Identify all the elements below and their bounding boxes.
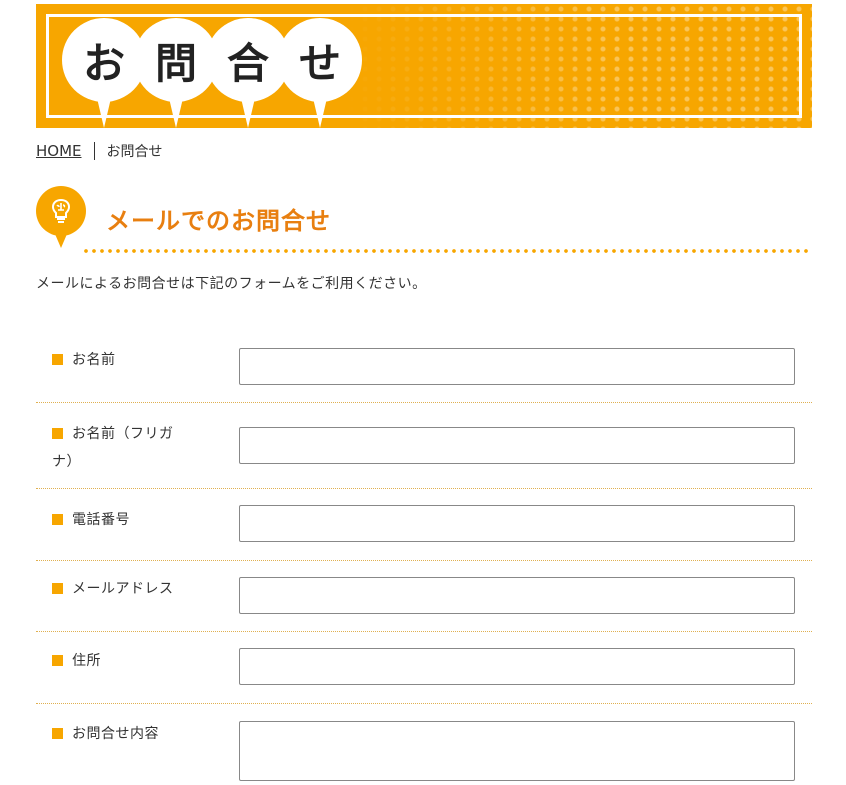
address-input[interactable] [239, 648, 795, 685]
breadcrumb-separator [93, 142, 95, 160]
page-banner: お 問 合 せ [36, 4, 812, 128]
breadcrumb-home-link[interactable]: HOME [36, 142, 82, 160]
form-row-phone: 電話番号 [36, 489, 812, 561]
field-label: お名前（フリガ ナ） [52, 426, 174, 470]
banner-char-4: せ [278, 18, 362, 102]
phone-input[interactable] [239, 505, 795, 542]
form-row-email: メールアドレス [36, 561, 812, 632]
form-row-name: お名前 [36, 336, 812, 403]
inquiry-textarea[interactable] [239, 721, 795, 781]
bullet-square [52, 514, 63, 525]
field-label: メールアドレス [36, 561, 176, 631]
form-row-furigana: お名前（フリガ ナ） [36, 403, 812, 489]
name-input[interactable] [239, 348, 795, 385]
form-row-address: 住所 [36, 632, 812, 704]
email-field [239, 577, 795, 614]
intro-text: メールによるお問合せは下記のフォームをご利用ください。 [36, 276, 427, 292]
address-field [239, 648, 795, 685]
breadcrumb: HOME お問合せ [36, 141, 163, 161]
inquiry-field [239, 721, 795, 785]
breadcrumb-current: お問合せ [106, 144, 163, 160]
brain-icon-graphic [51, 198, 71, 223]
section-divider [82, 249, 812, 253]
form-row-inquiry: お問合せ内容 [36, 704, 812, 784]
furigana-field [239, 427, 795, 464]
bullet-square [52, 583, 63, 594]
section-title: メールでのお問合せ [106, 207, 331, 235]
phone-field [239, 505, 795, 542]
email-input[interactable] [239, 577, 795, 614]
name-field [239, 348, 795, 385]
field-label: 住所 [36, 632, 176, 703]
bullet-square [52, 428, 63, 439]
furigana-input[interactable] [239, 427, 795, 464]
bullet-square [52, 354, 63, 365]
bullet-square [52, 655, 63, 666]
bullet-square [52, 728, 63, 739]
contact-form: お名前 お名前（フリガ ナ） 電話番号 メールアドレス 住所 お問合せ内容 [36, 336, 812, 784]
field-label: お問合せ内容 [36, 704, 176, 784]
brain-bulb-icon [36, 186, 86, 236]
field-label: お名前 [36, 336, 176, 402]
field-label: 電話番号 [36, 489, 176, 560]
